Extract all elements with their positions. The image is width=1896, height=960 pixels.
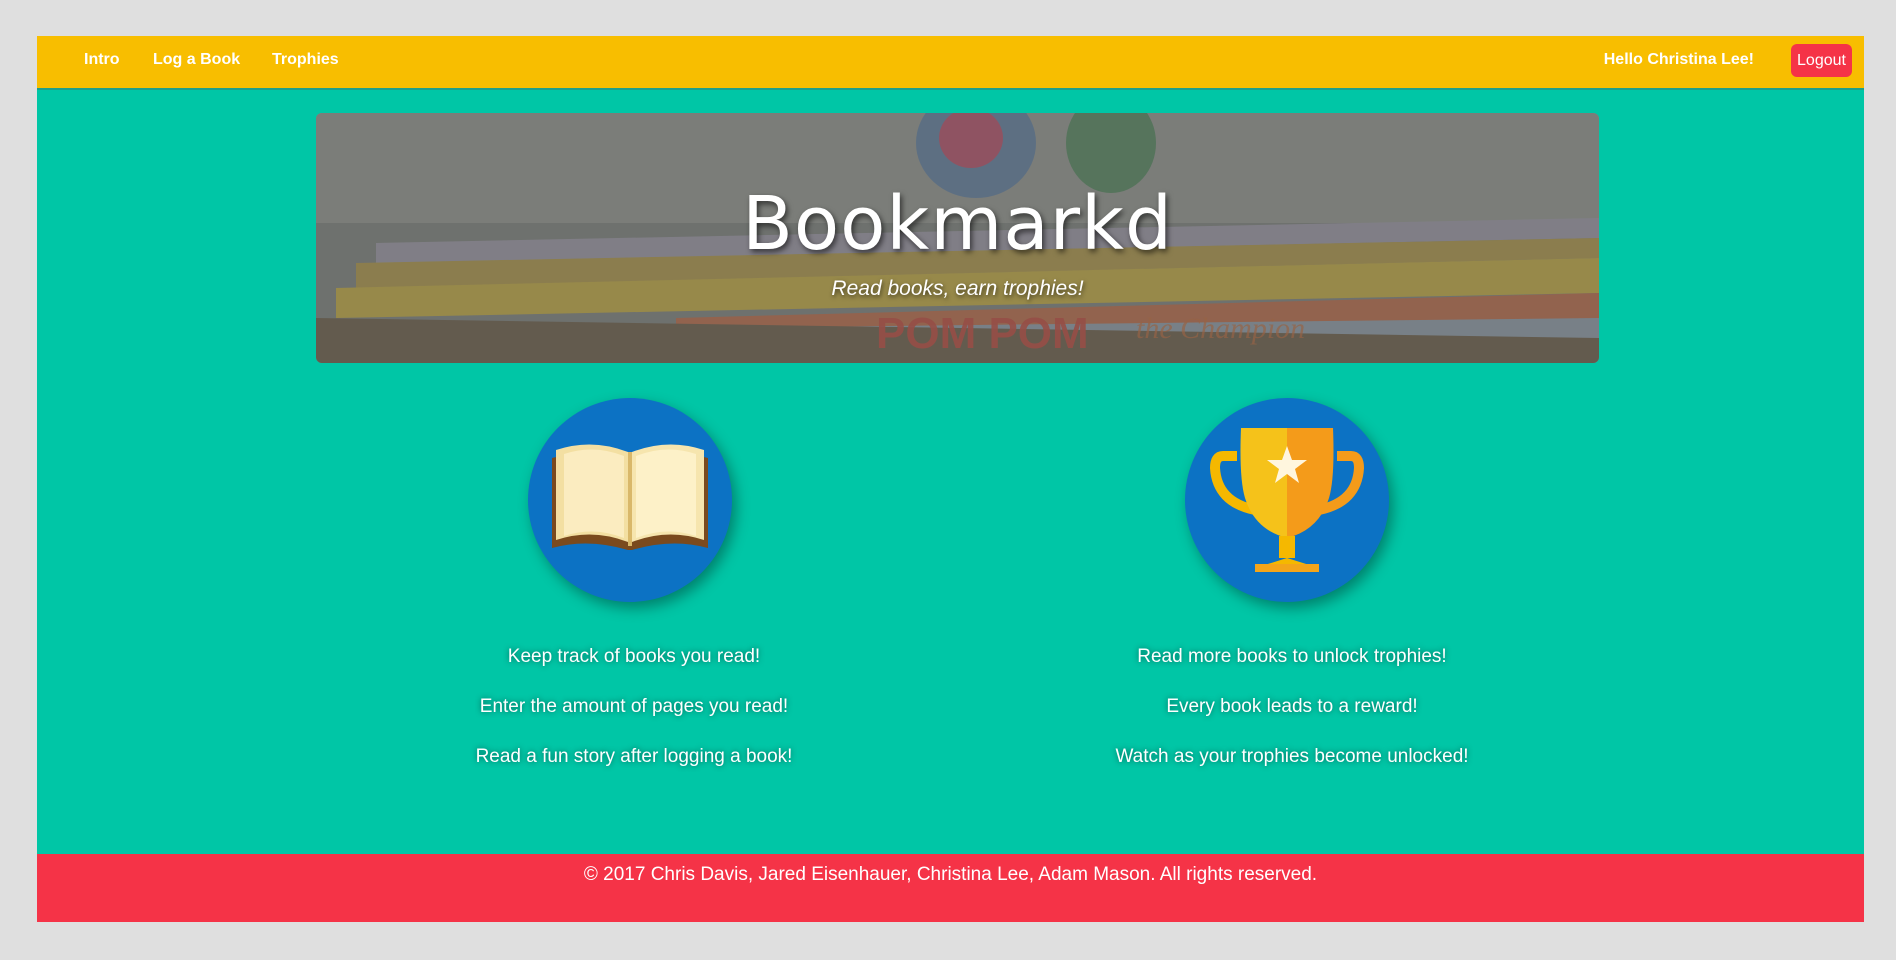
trophy-feature-badge [1185, 398, 1389, 602]
hero-banner: POM POM the Champion Bookmarkd Read book… [316, 113, 1599, 363]
nav-link-intro[interactable]: Intro [84, 51, 120, 69]
navbar: Intro Log a Book Trophies Hello Christin… [37, 36, 1864, 90]
feature-line: Read a fun story after logging a book! [475, 746, 793, 767]
open-book-icon [552, 444, 708, 550]
nav-link-log-a-book[interactable]: Log a Book [153, 51, 240, 69]
copyright-text: © 2017 Chris Davis, Jared Eisenhauer, Ch… [583, 864, 1318, 885]
footer: © 2017 Chris Davis, Jared Eisenhauer, Ch… [37, 854, 1864, 922]
feature-line: Every book leads to a reward! [1166, 696, 1418, 717]
feature-line: Watch as your trophies become unlocked! [1115, 746, 1469, 767]
user-greeting: Hello Christina Lee! [1603, 51, 1754, 68]
logout-button[interactable]: Logout [1791, 44, 1852, 77]
book-feature-badge [528, 398, 732, 602]
nav-link-trophies[interactable]: Trophies [272, 51, 339, 69]
feature-line: Enter the amount of pages you read! [479, 696, 789, 717]
feature-line: Keep track of books you read! [507, 646, 761, 667]
hero-subtitle: Read books, earn trophies! [831, 277, 1084, 300]
trophy-icon [1209, 428, 1365, 572]
hero-title: Bookmarkd [742, 181, 1173, 267]
page-frame: Intro Log a Book Trophies Hello Christin… [37, 36, 1864, 922]
feature-line: Read more books to unlock trophies! [1137, 646, 1447, 667]
